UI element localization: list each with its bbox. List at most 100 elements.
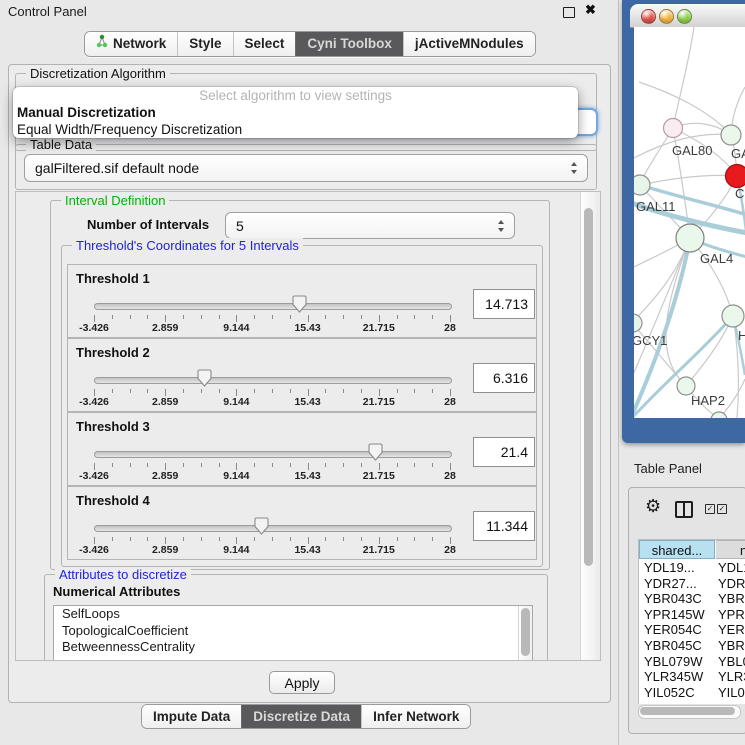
horizontal-scrollbar[interactable]: [638, 705, 741, 719]
scrollbar-thumb[interactable]: [584, 208, 593, 566]
cell-name: YDR27...: [718, 576, 745, 591]
network-node[interactable]: [726, 165, 745, 188]
network-window-titlebar: [630, 4, 745, 28]
network-edge[interactable]: [640, 175, 737, 185]
tab-discretize-data[interactable]: Discretize Data: [241, 705, 361, 728]
slider-handle[interactable]: [368, 443, 383, 461]
table-row[interactable]: YBL079WYBL079W: [639, 654, 745, 670]
table-row[interactable]: YIL052CYIL052C: [639, 685, 745, 701]
float-window-icon[interactable]: [563, 7, 575, 18]
tick-mark: [201, 389, 202, 393]
table-row[interactable]: YLR345WYLR345W: [639, 669, 745, 685]
list-vertical-scrollbar[interactable]: [518, 606, 532, 661]
column-header-shared[interactable]: shared...: [639, 540, 715, 559]
checkbox-icon[interactable]: ✓: [705, 504, 715, 514]
screenshot-root: Control Panel ✖ NetworkStyleSelectCyni T…: [0, 0, 745, 745]
slider-track[interactable]: [94, 377, 452, 384]
close-icon[interactable]: ✖: [585, 2, 596, 18]
network-node[interactable]: [634, 175, 650, 195]
cell-shared-name: YLR345W: [644, 669, 714, 684]
threshold-value-field[interactable]: 11.344: [473, 511, 535, 541]
gear-icon[interactable]: ⚙: [645, 497, 661, 515]
numerical-attributes-list[interactable]: SelfLoopsTopologicalCoefficientBetweenne…: [53, 605, 533, 661]
table-row[interactable]: YBR043CYBR043C: [639, 591, 745, 607]
table-data-group-title: Table Data: [26, 137, 96, 152]
settings-scroll-area: Interval Definition Number of Intervals …: [15, 191, 601, 661]
tick-mark: [272, 463, 273, 467]
tab-jactivemnodules[interactable]: jActiveMNodules: [403, 32, 535, 56]
tab-cyni-toolbox[interactable]: Cyni Toolbox: [295, 32, 403, 56]
cell-shared-name: YPR145W: [644, 607, 714, 622]
dropdown-item-manual-discretization[interactable]: Manual Discretization: [13, 104, 578, 121]
tab-impute-data[interactable]: Impute Data: [142, 705, 241, 728]
minimize-light-icon[interactable]: [659, 9, 674, 24]
tick-mark: [219, 315, 220, 319]
dropdown-item-equal-width-frequency[interactable]: Equal Width/Frequency Discretization: [13, 121, 578, 138]
column-header-name[interactable]: na: [716, 540, 745, 559]
slider-handle[interactable]: [292, 295, 307, 313]
tab-infer-network[interactable]: Infer Network: [361, 705, 470, 728]
slider-handle[interactable]: [254, 517, 269, 535]
number-of-intervals-label: Number of Intervals: [87, 217, 209, 232]
network-canvas[interactable]: GAL80GACGAL11GAL4GCY1HHAP2: [634, 27, 745, 418]
threshold-label: Threshold 2: [76, 345, 150, 360]
network-node[interactable]: [664, 119, 683, 138]
checkbox-icon[interactable]: ✓: [717, 504, 727, 514]
tab-network[interactable]: Network: [85, 32, 177, 56]
node-label-h: H: [738, 328, 745, 343]
table-row[interactable]: YER054CYER054C: [639, 622, 745, 638]
apply-button[interactable]: Apply: [269, 671, 335, 694]
tick-mark: [272, 389, 273, 393]
cell-name: YDL19...: [718, 560, 745, 575]
network-node[interactable]: [721, 125, 741, 145]
number-of-intervals-combobox[interactable]: 5: [225, 212, 515, 239]
tick-mark: [414, 315, 415, 319]
network-node[interactable]: [722, 305, 744, 327]
network-graph[interactable]: GAL80GACGAL11GAL4GCY1HHAP2: [634, 27, 745, 418]
list-item-topologicalcoefficient[interactable]: TopologicalCoefficient: [54, 623, 532, 640]
list-item-betweennesscentrality[interactable]: BetweennessCentrality: [54, 639, 532, 656]
slider-track[interactable]: [94, 451, 452, 458]
scrollbar-thumb[interactable]: [640, 707, 735, 715]
tab-style[interactable]: Style: [177, 32, 232, 56]
table-row[interactable]: YDL19...YDL19...: [639, 560, 745, 576]
tick-mark: [432, 389, 433, 393]
tick-mark: [379, 463, 380, 470]
threshold-value-field[interactable]: 6.316: [473, 363, 535, 393]
threshold-value-field[interactable]: 14.713: [473, 289, 535, 319]
table-row[interactable]: YDR27...YDR27...: [639, 576, 745, 592]
threshold-value-field[interactable]: 21.4: [473, 437, 535, 467]
network-node[interactable]: [676, 224, 704, 252]
node-table[interactable]: shared...naYDL19...YDL19...YDR27...YDR27…: [638, 539, 745, 704]
tick-mark: [414, 389, 415, 393]
slider-track[interactable]: [94, 303, 452, 310]
tab-select[interactable]: Select: [233, 32, 296, 56]
tick-label: 15.43: [294, 396, 320, 408]
tab-label: Infer Network: [373, 705, 459, 728]
slider-handle[interactable]: [197, 369, 212, 387]
network-edge[interactable]: [686, 316, 733, 386]
cell-name: YBL079W: [718, 654, 745, 669]
list-item-selfloops[interactable]: SelfLoops: [54, 606, 532, 623]
scrollbar-thumb[interactable]: [521, 608, 530, 656]
tick-mark: [130, 537, 131, 541]
table-row[interactable]: YBR045CYBR045C: [639, 638, 745, 654]
tick-mark: [325, 537, 326, 541]
tick-mark: [201, 315, 202, 319]
dropdown-item-placeholder[interactable]: Select algorithm to view settings: [13, 87, 578, 104]
table-row[interactable]: YPR145WYPR145W: [639, 607, 745, 623]
settings-vertical-scrollbar[interactable]: [580, 192, 596, 660]
columns-icon[interactable]: [675, 501, 693, 518]
network-edge[interactable]: [634, 238, 690, 377]
tick-label: 15.43: [294, 470, 320, 482]
attributes-group-title: Attributes to discretize: [55, 567, 191, 582]
tick-mark: [94, 315, 95, 322]
tick-mark: [325, 315, 326, 319]
zoom-light-icon[interactable]: [677, 9, 692, 24]
network-node[interactable]: [634, 314, 642, 332]
table-data-combobox[interactable]: galFiltered.sif default node: [24, 154, 588, 182]
slider-track[interactable]: [94, 525, 452, 532]
tick-mark: [112, 315, 113, 319]
network-edge[interactable]: [673, 27, 694, 128]
close-light-icon[interactable]: [641, 9, 656, 24]
